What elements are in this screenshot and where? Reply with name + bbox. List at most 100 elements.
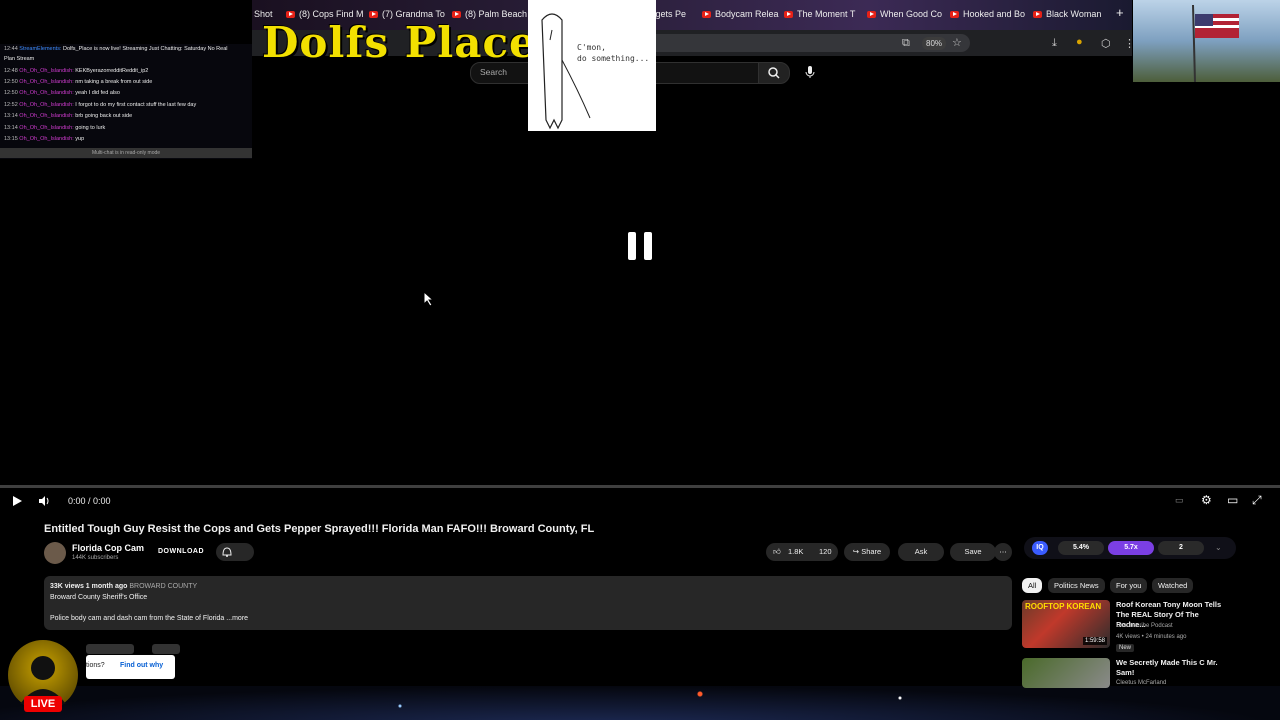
share-icon: ↪ bbox=[852, 547, 860, 556]
chat-footer: Multi-chat is in read-only mode bbox=[0, 148, 252, 158]
more-link[interactable]: ...more bbox=[226, 615, 248, 622]
chat-line: 13:14 Oh_Oh_Oh_Islandish: brb going back… bbox=[4, 113, 133, 119]
microphone-icon bbox=[805, 66, 815, 78]
hidden-chip[interactable] bbox=[86, 644, 134, 654]
play-icon bbox=[13, 496, 22, 506]
thumbs-up-icon[interactable]: 👍︎ bbox=[773, 543, 781, 561]
voice-search-button[interactable] bbox=[800, 62, 820, 82]
duration-badge: 1:59:58 bbox=[1082, 637, 1107, 645]
recommended-channel[interactable]: Unsubscribe Podcast bbox=[1116, 623, 1173, 629]
mouse-cursor bbox=[423, 290, 435, 312]
chat-line: Plan Stream bbox=[4, 56, 35, 62]
play-button[interactable] bbox=[10, 494, 24, 513]
captions-icon[interactable]: ▭ bbox=[1175, 495, 1184, 506]
download-icon[interactable]: ⤓ bbox=[1052, 37, 1057, 50]
rate-badge: IQ bbox=[1032, 541, 1048, 555]
stream-chat-overlay: 12:44 StreamElements: Dolfs_Place is now… bbox=[0, 44, 252, 159]
youtube-icon bbox=[286, 10, 295, 18]
chat-line: 12:50 Oh_Oh_Oh_Islandish: yeah I did fed… bbox=[4, 90, 120, 96]
chat-line: 13:15 Oh_Oh_Oh_Islandish: yup bbox=[4, 136, 85, 142]
search-icon bbox=[768, 67, 780, 79]
channel-avatar[interactable] bbox=[44, 542, 66, 564]
download-button[interactable]: DOWNLOAD bbox=[158, 548, 204, 555]
progress-bar[interactable] bbox=[0, 485, 1280, 488]
rate-value-2[interactable]: 5.7x bbox=[1108, 541, 1154, 555]
fullscreen-icon[interactable]: ⤢ bbox=[1252, 493, 1262, 508]
rate-value-3[interactable]: 2 bbox=[1158, 541, 1204, 555]
time-display: 0:00 / 0:00 bbox=[68, 496, 111, 506]
video-thumbnail[interactable] bbox=[1022, 658, 1110, 688]
subscriber-count: 144K subscribers bbox=[72, 555, 119, 561]
chat-line: 13:14 Oh_Oh_Oh_Islandish: going to lurk bbox=[4, 125, 106, 131]
flag-image bbox=[1192, 4, 1239, 83]
chevron-down-icon[interactable]: ⌄ bbox=[1215, 543, 1222, 552]
description-line: Police body cam and dash cam from the St… bbox=[50, 615, 249, 622]
chat-line: 12:48 Oh_Oh_Oh_Islandish: KEKByerazorred… bbox=[4, 68, 149, 74]
tab-5[interactable]: Bodycam Relea bbox=[702, 9, 779, 19]
description-line: Broward County Sheriff's Office bbox=[50, 594, 148, 601]
video-thumbnail[interactable]: ROOFTOP KOREAN 1:59:58 bbox=[1022, 600, 1110, 648]
youtube-icon bbox=[702, 10, 711, 18]
live-badge: LIVE bbox=[24, 696, 62, 712]
views-line: 33K views 1 month ago BROWARD COUNTY bbox=[50, 583, 198, 590]
recommended-title[interactable]: We Secretly Made This C Mr. Sam! bbox=[1116, 658, 1226, 678]
stream-logo: Dolfs Place bbox=[262, 18, 537, 67]
new-badge: New bbox=[1116, 644, 1135, 652]
meme-card bbox=[528, 0, 656, 131]
chip-politics-news[interactable]: Politics News bbox=[1048, 578, 1105, 593]
pause-icon bbox=[628, 232, 652, 260]
new-tab-button[interactable]: + bbox=[1116, 5, 1124, 20]
bookmark-star-icon[interactable]: ☆ bbox=[952, 36, 962, 49]
save-button[interactable]: Save bbox=[950, 543, 996, 561]
thumbnail-text: ROOFTOP KOREAN bbox=[1025, 602, 1102, 611]
survey-popup: tions? Find out why bbox=[86, 655, 175, 679]
search-button[interactable] bbox=[758, 62, 790, 84]
chip-for-you[interactable]: For you bbox=[1110, 578, 1148, 593]
volume-button[interactable] bbox=[37, 494, 51, 513]
youtube-icon bbox=[452, 10, 461, 18]
youtube-icon bbox=[369, 10, 378, 18]
settings-gear-icon[interactable]: ⚙ bbox=[1201, 493, 1212, 507]
webcam-feed bbox=[1133, 0, 1280, 83]
like-dislike-group: 👍︎ 1.8K 120 bbox=[766, 543, 838, 561]
youtube-icon bbox=[1033, 10, 1042, 18]
volume-icon bbox=[39, 496, 49, 506]
rate-value-1[interactable]: 5.4% bbox=[1058, 541, 1104, 555]
chat-line: 12:50 Oh_Oh_Oh_Islandish: nm taking a br… bbox=[4, 79, 153, 85]
chat-line: 12:52 Oh_Oh_Oh_Islandish: I forgot to do… bbox=[4, 102, 197, 108]
zoom-indicator[interactable]: 80% bbox=[922, 37, 947, 50]
theater-mode-icon[interactable]: ▭ bbox=[1227, 493, 1238, 507]
channel-name[interactable]: Florida Cop Cam bbox=[72, 543, 144, 553]
youtube-icon bbox=[950, 10, 959, 18]
chip-watched[interactable]: Watched bbox=[1152, 578, 1194, 593]
tab-8[interactable]: Hooked and Bo bbox=[950, 9, 1025, 19]
starfield-background bbox=[0, 686, 1280, 720]
extensions-puzzle-icon[interactable]: ⬡ bbox=[1101, 37, 1111, 50]
recommended-channel[interactable]: Cleetus McFarland bbox=[1116, 680, 1166, 686]
like-count[interactable]: 1.8K bbox=[788, 543, 803, 561]
youtube-icon bbox=[867, 10, 876, 18]
ask-button[interactable]: Ask bbox=[898, 543, 944, 561]
notifications-button[interactable] bbox=[216, 543, 254, 561]
bell-icon bbox=[222, 547, 232, 557]
search-placeholder: Search bbox=[480, 67, 507, 77]
dislike-count[interactable]: 120 bbox=[819, 543, 832, 561]
tab-7[interactable]: When Good Co bbox=[867, 9, 942, 19]
extension-icon[interactable]: ● bbox=[1076, 36, 1083, 48]
tab-6[interactable]: The Moment T bbox=[784, 9, 855, 19]
chip-all[interactable]: All bbox=[1022, 578, 1043, 593]
find-out-why-link[interactable]: Find out why bbox=[120, 662, 163, 669]
recommended-meta: 4K views • 24 minutes ago bbox=[1116, 634, 1187, 640]
youtube-icon bbox=[784, 10, 793, 18]
pause-indicator[interactable] bbox=[628, 232, 654, 267]
stick-figure-drawing bbox=[541, 13, 591, 130]
share-button[interactable]: ↪ Share bbox=[844, 543, 890, 561]
tab-9[interactable]: Black Woman bbox=[1033, 9, 1101, 19]
meme-caption: C'mon, do something... bbox=[577, 43, 650, 63]
chat-line: 12:44 StreamElements: Dolfs_Place is now… bbox=[4, 46, 228, 52]
install-icon[interactable]: ⧉ bbox=[902, 37, 910, 50]
hidden-chip[interactable] bbox=[152, 644, 180, 654]
location-tag[interactable]: BROWARD COUNTY bbox=[129, 583, 197, 590]
video-title: Entitled Tough Guy Resist the Cops and G… bbox=[44, 523, 595, 535]
more-actions-button[interactable]: ⋯ bbox=[994, 543, 1012, 561]
